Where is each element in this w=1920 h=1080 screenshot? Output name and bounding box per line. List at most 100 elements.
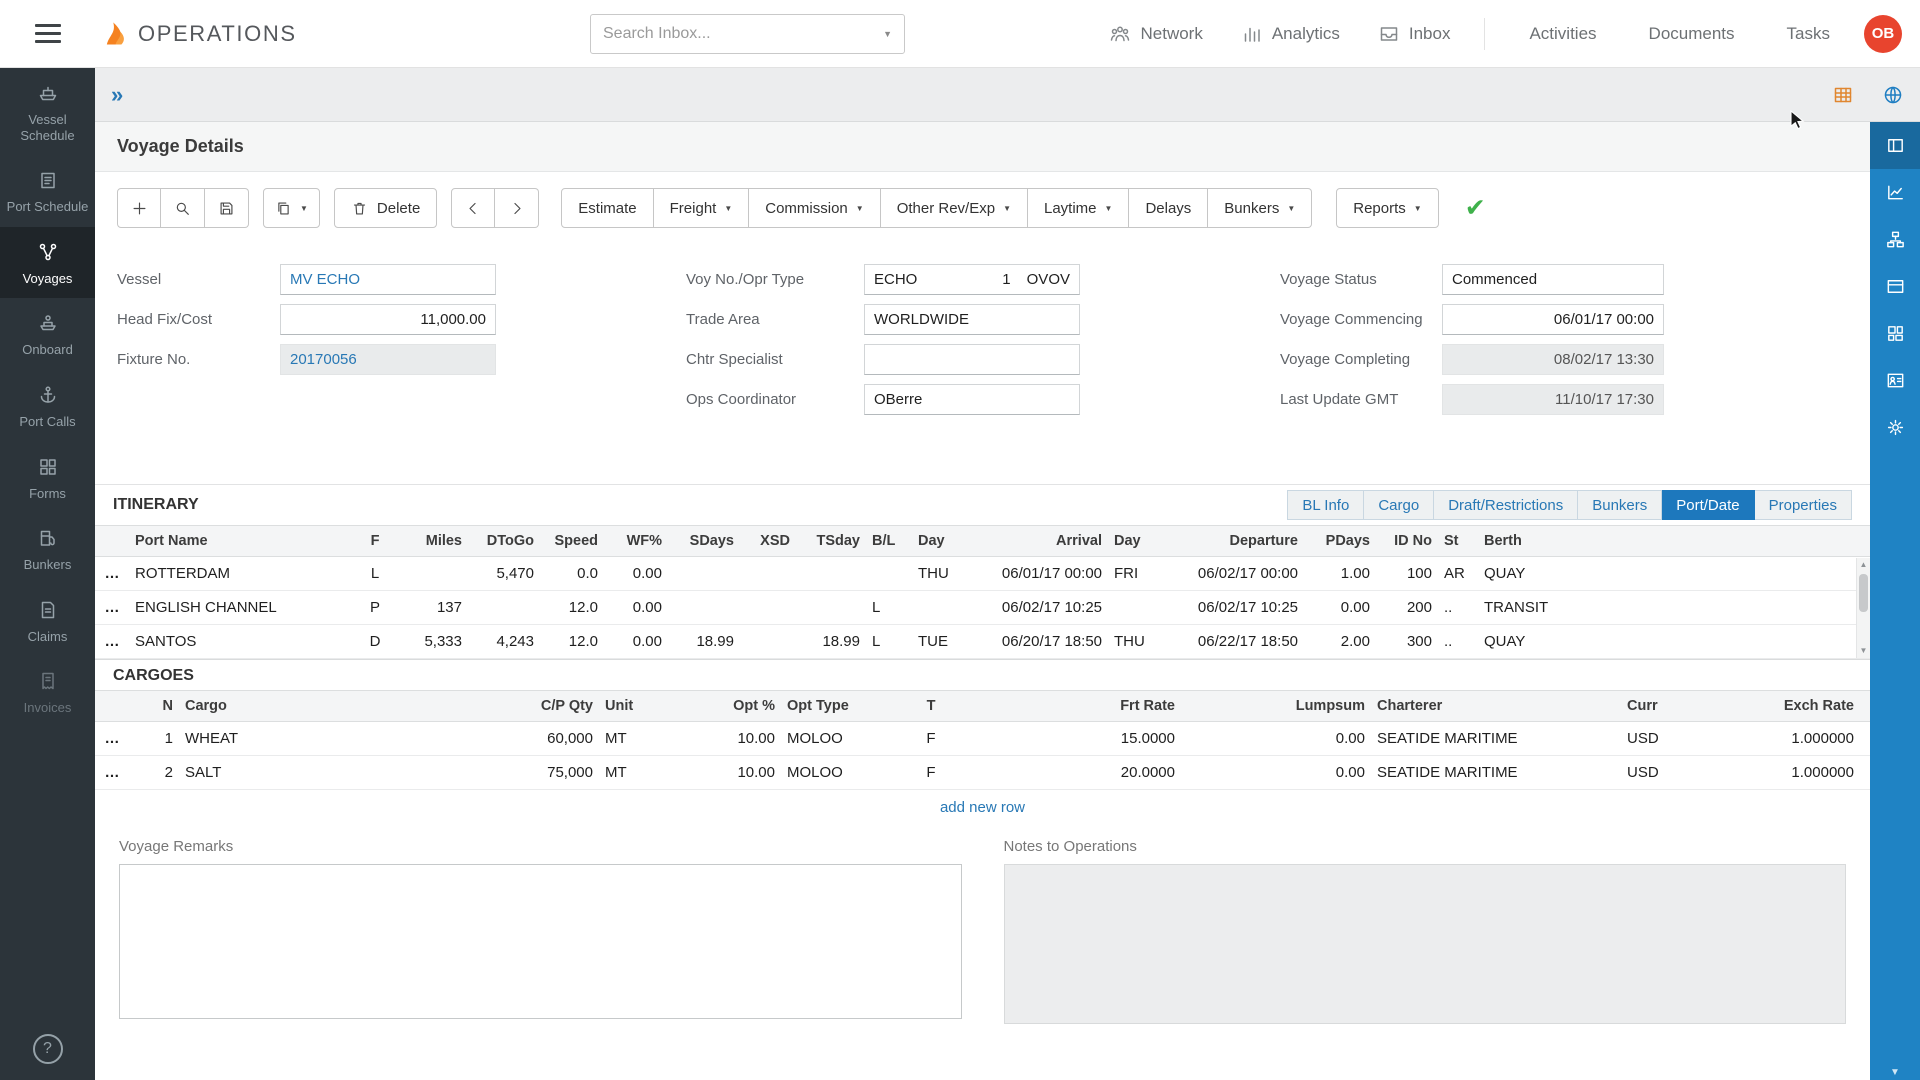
cargo-row[interactable]: …1WHEAT60,000MT10.00MOLOOF15.00000.00SEA… <box>95 722 1870 756</box>
fixture-no-field[interactable]: 20170056 <box>280 344 496 375</box>
cell[interactable]: L <box>866 591 912 625</box>
delete-button[interactable]: Delete <box>334 188 437 228</box>
tab-bunkers[interactable]: Bunkers <box>1578 490 1662 520</box>
scrollbar-thumb[interactable] <box>1859 574 1868 612</box>
cell[interactable]: QUAY <box>1478 557 1870 591</box>
expand-panel-icon[interactable]: » <box>111 82 123 108</box>
cell[interactable] <box>468 591 540 625</box>
voyage-commencing-field[interactable]: 06/01/17 00:00 <box>1442 304 1664 335</box>
contact-button[interactable] <box>1870 357 1920 404</box>
cell[interactable]: 06/02/17 10:25 <box>1164 591 1304 625</box>
cell[interactable]: L <box>866 625 912 659</box>
cell[interactable]: USD <box>1621 756 1711 790</box>
cell[interactable]: 12.0 <box>540 591 604 625</box>
ops-coordinator-field[interactable]: OBerre <box>864 384 1080 415</box>
search-button[interactable] <box>161 188 205 228</box>
cell[interactable]: 10.00 <box>661 722 781 756</box>
cell[interactable]: 0.00 <box>604 591 668 625</box>
cell[interactable]: 75,000 <box>469 756 599 790</box>
commission-button[interactable]: Commission▼ <box>749 188 880 228</box>
cell[interactable]: 0.00 <box>1181 722 1371 756</box>
tab-cargo[interactable]: Cargo <box>1364 490 1434 520</box>
cell[interactable]: 0.00 <box>604 557 668 591</box>
cell[interactable]: ENGLISH CHANNEL <box>129 591 354 625</box>
row-menu-handle[interactable]: … <box>95 591 129 625</box>
cell[interactable]: 10.00 <box>661 756 781 790</box>
row-menu-handle[interactable]: … <box>95 625 129 659</box>
cell[interactable] <box>796 591 866 625</box>
sidebar-item-port-schedule[interactable]: Port Schedule <box>0 155 95 227</box>
cell[interactable]: 2.00 <box>1304 625 1376 659</box>
itinerary-row[interactable]: …SANTOSD5,3334,24312.00.0018.9918.99LTUE… <box>95 625 1870 659</box>
cell[interactable]: WHEAT <box>179 722 469 756</box>
cell[interactable]: F <box>891 722 971 756</box>
next-button[interactable] <box>495 188 539 228</box>
cell[interactable]: THU <box>912 557 968 591</box>
cell[interactable] <box>740 591 796 625</box>
copy-button[interactable]: ▼ <box>263 188 320 228</box>
cell[interactable]: L <box>354 557 396 591</box>
cell[interactable]: 5,470 <box>468 557 540 591</box>
estimate-button[interactable]: Estimate <box>561 188 653 228</box>
itinerary-row[interactable]: …ROTTERDAML5,4700.00.00THU06/01/17 00:00… <box>95 557 1870 591</box>
cell[interactable]: 18.99 <box>796 625 866 659</box>
nav-network[interactable]: Network <box>1109 23 1202 45</box>
cell[interactable] <box>1108 591 1164 625</box>
cell[interactable] <box>866 557 912 591</box>
cell[interactable]: MOLOO <box>781 756 891 790</box>
card-button[interactable] <box>1870 263 1920 310</box>
cell[interactable]: 20.0000 <box>971 756 1181 790</box>
sidebar-item-claims[interactable]: Claims <box>0 585 95 657</box>
delays-button[interactable]: Delays <box>1129 188 1208 228</box>
chtr-specialist-field[interactable] <box>864 344 1080 375</box>
sidebar-item-onboard[interactable]: Onboard <box>0 298 95 370</box>
cell[interactable]: AR <box>1438 557 1478 591</box>
cell[interactable] <box>740 557 796 591</box>
cell[interactable]: P <box>354 591 396 625</box>
hierarchy-button[interactable] <box>1870 216 1920 263</box>
cell[interactable]: 06/20/17 18:50 <box>968 625 1108 659</box>
trade-area-field[interactable]: WORLDWIDE <box>864 304 1080 335</box>
row-menu-handle[interactable]: … <box>95 722 129 756</box>
itinerary-row[interactable]: …ENGLISH CHANNELP13712.00.00L06/02/17 10… <box>95 591 1870 625</box>
scrollbar[interactable]: ▲ ▼ <box>1856 558 1870 658</box>
bunkers-button[interactable]: Bunkers▼ <box>1208 188 1312 228</box>
row-menu-handle[interactable]: … <box>95 756 129 790</box>
sidebar-item-vessel-schedule[interactable]: Vessel Schedule <box>0 68 95 155</box>
cell[interactable]: D <box>354 625 396 659</box>
sidebar-item-port-calls[interactable]: Port Calls <box>0 370 95 442</box>
cell[interactable]: 1.00 <box>1304 557 1376 591</box>
tab-bl-info[interactable]: BL Info <box>1287 490 1364 520</box>
cell[interactable]: QUAY <box>1478 625 1870 659</box>
cell[interactable]: SANTOS <box>129 625 354 659</box>
cell[interactable]: 137 <box>396 591 468 625</box>
nav-tasks[interactable]: Tasks <box>1787 24 1830 44</box>
scroll-up-icon[interactable]: ▲ <box>1860 558 1868 572</box>
save-button[interactable] <box>205 188 249 228</box>
cell[interactable]: THU <box>1108 625 1164 659</box>
cell[interactable]: MT <box>599 722 661 756</box>
add-new-row-link[interactable]: add new row <box>95 790 1870 822</box>
cell[interactable]: 1.000000 <box>1711 722 1870 756</box>
panel-button[interactable] <box>1870 122 1920 169</box>
tab-draft-restrictions[interactable]: Draft/Restrictions <box>1434 490 1578 520</box>
cell[interactable]: USD <box>1621 722 1711 756</box>
menu-button[interactable] <box>0 24 95 43</box>
cell[interactable]: 4,243 <box>468 625 540 659</box>
reports-button[interactable]: Reports ▼ <box>1336 188 1438 228</box>
cell[interactable]: 300 <box>1376 625 1438 659</box>
cell[interactable]: 0.00 <box>1304 591 1376 625</box>
help-button[interactable]: ? <box>33 1034 63 1064</box>
cell[interactable]: SALT <box>179 756 469 790</box>
cell[interactable]: ROTTERDAM <box>129 557 354 591</box>
sidebar-item-bunkers[interactable]: Bunkers <box>0 513 95 585</box>
grid-button[interactable] <box>1870 310 1920 357</box>
cell[interactable]: 0.00 <box>604 625 668 659</box>
cell[interactable]: 60,000 <box>469 722 599 756</box>
search-input[interactable]: Search Inbox... ▼ <box>590 14 905 54</box>
panel-scroll-down-icon[interactable]: ▼ <box>1870 1067 1920 1078</box>
cell[interactable]: 1.000000 <box>1711 756 1870 790</box>
chart-button[interactable] <box>1870 169 1920 216</box>
cell[interactable]: 06/22/17 18:50 <box>1164 625 1304 659</box>
head-fix-cost-field[interactable]: 11,000.00 <box>280 304 496 335</box>
